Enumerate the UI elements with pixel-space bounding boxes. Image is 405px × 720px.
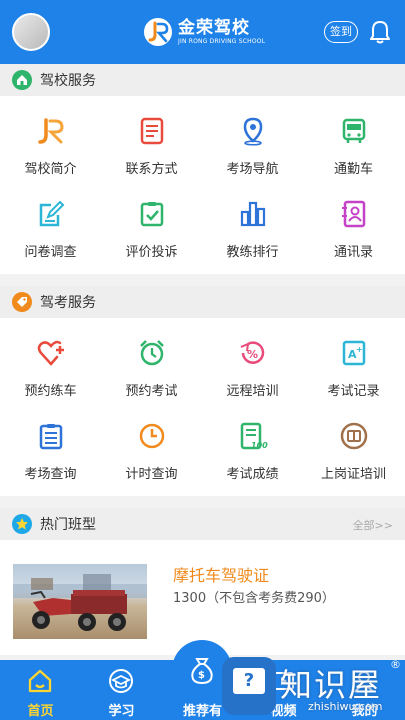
grid-item-label: 教练排行 — [226, 245, 279, 260]
grid-item-label: 驾校简介 — [24, 162, 77, 177]
tab-home[interactable]: 首页 — [0, 660, 81, 720]
review-check-icon — [140, 202, 164, 227]
school-service-header: 驾校服务 — [0, 64, 405, 96]
school-service-grid: 驾校简介 联系方式 考场导航 通勤车 问卷调查 评价投诉 教练排行 通讯录 — [0, 96, 405, 274]
motorcycle-photo — [13, 564, 147, 639]
home-icon — [28, 669, 52, 693]
svg-text:100: 100 — [251, 441, 268, 450]
grid-item-label: 通勤车 — [333, 162, 373, 177]
grid-item-label: 预约考试 — [125, 384, 178, 399]
brand-subtitle: JIN RONG DRIVING SCHOOL — [178, 38, 266, 45]
grade-doc-icon: A + — [342, 340, 366, 366]
graduation-cap-icon — [109, 669, 133, 693]
question-mark-icon: ? — [243, 670, 255, 691]
location-pin-icon — [243, 117, 263, 146]
watermark-logo: ? 知识屋 ® zhishiwu.com — [208, 652, 405, 720]
certificate-book-icon — [340, 422, 368, 450]
grid-item-label: 预约练车 — [24, 384, 77, 399]
user-avatar[interactable] — [12, 13, 50, 51]
tab-label: 首页 — [27, 704, 54, 719]
score-sheet-icon: 100 — [240, 422, 268, 450]
grid-item-exam-nav[interactable]: 考场导航 — [202, 102, 303, 184]
app-header: 金荣驾校 JIN RONG DRIVING SCHOOL 签到 — [0, 0, 405, 64]
survey-edit-icon — [39, 200, 65, 227]
class-title[interactable]: 摩托车驾驶证 — [173, 562, 269, 586]
contact-card-icon — [140, 117, 164, 145]
grid-item-book-practice[interactable]: 预约练车 — [0, 324, 101, 406]
percent-circle-icon: % — [240, 341, 265, 364]
brand-badge-icon — [142, 16, 174, 48]
svg-text:%: % — [247, 348, 258, 361]
tab-study[interactable]: 学习 — [81, 660, 162, 720]
svg-text:$: $ — [198, 670, 205, 681]
school-logo-icon — [38, 118, 64, 144]
grid-item-remote-training[interactable]: % 远程培训 — [202, 324, 303, 406]
grid-item-label: 上岗证培训 — [320, 467, 386, 482]
star-icon — [12, 514, 32, 534]
watermark-url: zhishiwu.com — [308, 700, 383, 713]
checkin-button[interactable]: 签到 — [324, 21, 358, 43]
exam-service-grid: 预约练车 预约考试 % 远程培训 A + 考试记录 考场查询 计时查询 100 … — [0, 318, 405, 496]
svg-text:+: + — [356, 345, 363, 354]
grid-item-label: 通讯录 — [333, 245, 373, 260]
view-all-link[interactable]: 全部>> — [353, 517, 393, 533]
grid-item-exam-records[interactable]: A + 考试记录 — [303, 324, 404, 406]
tab-label: 学习 — [108, 704, 135, 719]
clipboard-list-icon — [39, 424, 63, 450]
clock-icon — [139, 423, 165, 449]
grid-item-label: 考场查询 — [24, 467, 77, 482]
alarm-clock-icon — [140, 340, 164, 366]
exam-service-header: 驾考服务 — [0, 286, 405, 318]
bus-icon — [342, 118, 366, 143]
grid-item-survey[interactable]: 问卷调查 — [0, 185, 101, 267]
grid-item-label: 考场导航 — [226, 162, 279, 177]
grid-item-review[interactable]: 评价投诉 — [101, 185, 202, 267]
grid-item-coach-ranking[interactable]: 教练排行 — [202, 185, 303, 267]
grid-item-certificate-training[interactable]: 上岗证培训 — [303, 407, 404, 489]
grid-item-contact[interactable]: 联系方式 — [101, 102, 202, 184]
ranking-bars-icon — [240, 201, 266, 227]
watermark-reg-mark: ® — [390, 658, 401, 671]
address-book-icon — [342, 200, 366, 228]
class-card[interactable]: 摩托车驾驶证 1300（不包含考务费290） — [0, 540, 405, 655]
grid-item-shuttle[interactable]: 通勤车 — [303, 102, 404, 184]
bell-icon[interactable] — [368, 19, 392, 45]
grid-item-timing-query[interactable]: 计时查询 — [101, 407, 202, 489]
grid-item-exam-scores[interactable]: 100 考试成绩 — [202, 407, 303, 489]
grid-item-label: 联系方式 — [125, 162, 178, 177]
brand-logo: 金荣驾校 JIN RONG DRIVING SCHOOL — [142, 14, 265, 50]
grid-item-label: 评价投诉 — [125, 245, 178, 260]
grid-item-label: 考试记录 — [327, 384, 380, 399]
grid-item-label: 远程培训 — [226, 384, 279, 399]
grid-item-exam-venue-query[interactable]: 考场查询 — [0, 407, 101, 489]
class-price: 1300（不包含考务费290） — [173, 591, 335, 606]
brand-title: 金荣驾校 — [178, 18, 250, 38]
section-title: 热门班型 — [40, 517, 96, 533]
grid-item-label: 考试成绩 — [226, 467, 279, 482]
hot-classes-header: 热门班型 全部>> — [0, 508, 405, 540]
tag-icon — [12, 292, 32, 312]
school-house-icon — [12, 70, 32, 90]
section-title: 驾考服务 — [40, 295, 96, 311]
grid-item-label: 问卷调查 — [24, 245, 77, 260]
grid-item-address-book[interactable]: 通讯录 — [303, 185, 404, 267]
heart-plus-icon — [37, 340, 64, 366]
grid-item-school-intro[interactable]: 驾校简介 — [0, 102, 101, 184]
section-title: 驾校服务 — [40, 73, 96, 89]
grid-item-book-exam[interactable]: 预约考试 — [101, 324, 202, 406]
grid-item-label: 计时查询 — [125, 467, 178, 482]
